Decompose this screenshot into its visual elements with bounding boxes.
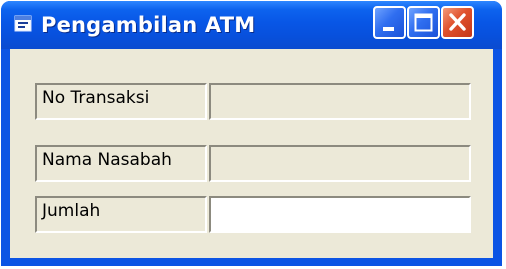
minimize-icon [383,27,394,31]
no-transaksi-label: No Transaksi [42,88,150,108]
no-transaksi-field [209,83,471,120]
maximize-button[interactable] [407,6,440,39]
close-icon [449,13,466,31]
nama-nasabah-label: Nama Nasabah [42,150,172,170]
jumlah-field [209,196,471,233]
no-transaksi-label-box: No Transaksi [35,83,207,120]
close-button[interactable] [441,6,474,39]
no-transaksi-input[interactable] [211,85,469,118]
application-window-icon [14,15,32,32]
form-client-area: No Transaksi Nama Nasabah Jumlah [10,49,493,258]
nama-nasabah-input[interactable] [211,147,469,180]
jumlah-label-box: Jumlah [35,196,207,233]
window-title: Pengambilan ATM [41,13,256,37]
minimize-button[interactable] [373,6,406,39]
app-window: Pengambilan ATM No Transaksi Nama Nasaba… [1,1,502,266]
jumlah-label: Jumlah [42,201,101,221]
title-bar[interactable]: Pengambilan ATM [1,1,502,49]
nama-nasabah-field [209,145,471,182]
maximize-icon [414,13,433,32]
jumlah-input[interactable] [211,198,469,231]
nama-nasabah-label-box: Nama Nasabah [35,145,207,182]
